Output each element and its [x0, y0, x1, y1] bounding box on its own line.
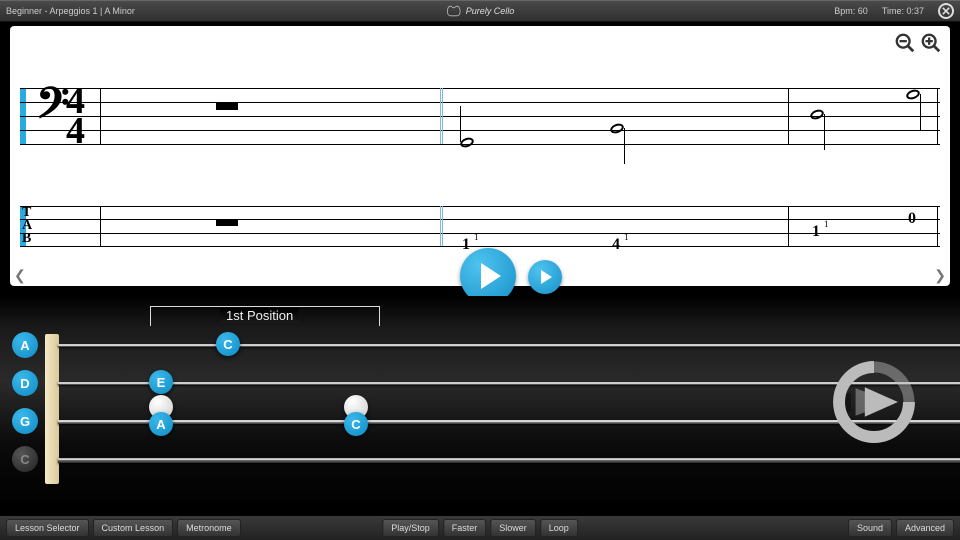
custom-lesson-button[interactable]: Custom Lesson: [93, 519, 174, 537]
brand-text: Purely Cello: [466, 6, 515, 16]
tab-fret: 1: [462, 236, 470, 254]
tab-fret: 1: [812, 223, 820, 241]
fingerboard: 1st Position A D G C C E A C: [0, 296, 960, 510]
notation-staff: 𝄢 4 4: [20, 66, 940, 176]
prev-page-arrow[interactable]: ❮: [14, 267, 26, 284]
faster-button[interactable]: Faster: [443, 519, 487, 537]
zoom-in-button[interactable]: [920, 32, 942, 54]
string-d: [58, 382, 960, 385]
next-page-arrow[interactable]: ❯: [934, 267, 946, 284]
score-panel: 𝄢 4 4 T A B 1 1: [10, 26, 950, 286]
open-string-g[interactable]: G: [12, 408, 38, 434]
note: [905, 88, 921, 101]
tab-fret: 0: [908, 210, 916, 228]
bottom-bar: Lesson Selector Custom Lesson Metronome …: [0, 516, 960, 540]
tab-label: T A B: [22, 206, 32, 245]
repeat-icon[interactable]: [828, 356, 920, 448]
tab-fret: 4: [612, 236, 620, 254]
close-button[interactable]: [938, 3, 954, 19]
lesson-selector-button[interactable]: Lesson Selector: [6, 519, 89, 537]
sound-button[interactable]: Sound: [848, 519, 892, 537]
metronome-button[interactable]: Metronome: [177, 519, 241, 537]
tab-finger: 1: [474, 232, 479, 242]
tab-rest: [216, 220, 238, 226]
nut: [45, 334, 59, 484]
lesson-title: Beginner - Arpeggios 1 | A Minor: [6, 6, 135, 16]
string-a: [58, 344, 960, 347]
note: [809, 108, 825, 121]
play-stop-button[interactable]: Play/Stop: [382, 519, 439, 537]
fret-note[interactable]: C: [344, 412, 368, 436]
bpm-label: Bpm: 60: [834, 6, 868, 16]
open-string-a[interactable]: A: [12, 332, 38, 358]
timesig-bottom: 4: [66, 116, 85, 146]
note: [459, 136, 475, 149]
advanced-button[interactable]: Advanced: [896, 519, 954, 537]
play-step-button[interactable]: [528, 260, 562, 294]
zoom-out-button[interactable]: [894, 32, 916, 54]
whole-rest: [216, 102, 238, 110]
fret-note[interactable]: C: [216, 332, 240, 356]
fret-note[interactable]: E: [149, 370, 173, 394]
bass-clef-icon: 𝄢: [36, 80, 69, 140]
position-label: 1st Position: [220, 308, 299, 323]
top-bar: Beginner - Arpeggios 1 | A Minor Purely …: [0, 0, 960, 22]
tab-finger: 1: [824, 219, 829, 229]
slower-button[interactable]: Slower: [490, 519, 536, 537]
time-signature: 4 4: [66, 86, 85, 146]
time-label: Time: 0:37: [882, 6, 924, 16]
open-string-d[interactable]: D: [12, 370, 38, 396]
loop-button[interactable]: Loop: [540, 519, 578, 537]
string-c: [58, 458, 960, 463]
fret-note[interactable]: A: [149, 412, 173, 436]
note: [609, 122, 625, 135]
string-g: [58, 420, 960, 424]
tab-finger: 1: [624, 232, 629, 242]
open-string-c[interactable]: C: [12, 446, 38, 472]
brand-logo: Purely Cello: [446, 5, 515, 17]
